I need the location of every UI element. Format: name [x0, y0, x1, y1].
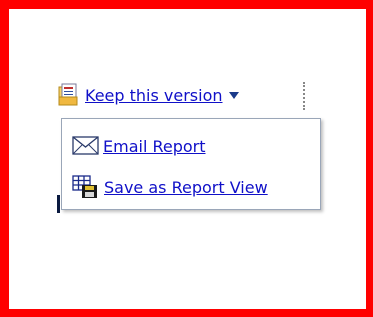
keep-version-control[interactable]: Keep this version: [58, 81, 239, 109]
report-grid-save-icon: [72, 175, 98, 199]
caret-down-icon[interactable]: [228, 91, 239, 99]
menu-item-email-report[interactable]: Email Report: [72, 133, 206, 159]
keep-this-version-link[interactable]: Keep this version: [85, 86, 223, 105]
keep-version-dropdown-menu: Email Report Save as Report View: [61, 118, 321, 210]
menu-item-label[interactable]: Email Report: [103, 137, 206, 156]
background-edge-mark: [57, 195, 60, 213]
menu-item-label[interactable]: Save as Report View: [104, 178, 268, 197]
report-folder-icon: [58, 83, 80, 107]
envelope-icon: [72, 136, 100, 156]
menu-item-save-as-report-view[interactable]: Save as Report View: [72, 174, 268, 200]
toolbar-separator: [303, 82, 305, 110]
